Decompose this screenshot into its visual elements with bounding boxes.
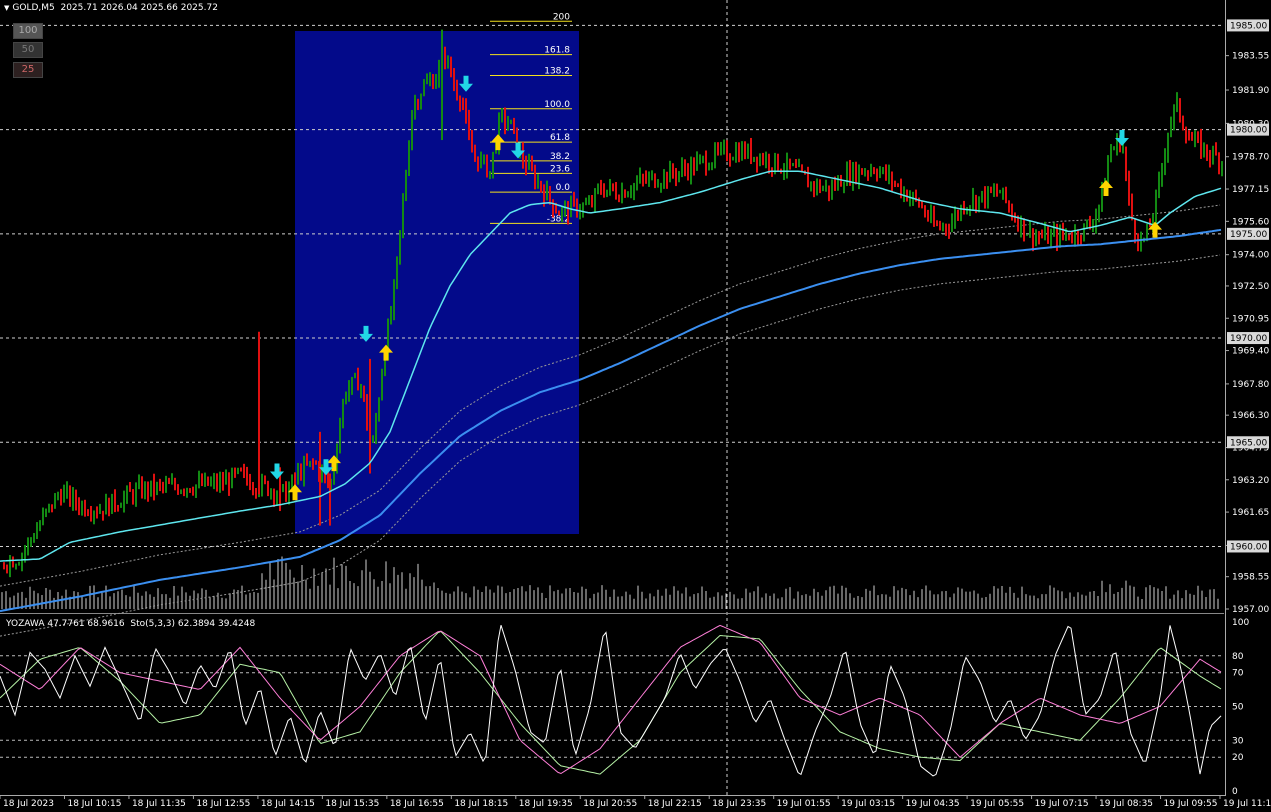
price-tick-label: 1977.15 [1232,185,1269,195]
moving-average-layer [0,170,1222,613]
oscillator-tick-label: 70 [1232,669,1244,679]
price-tick-label: 1978.70 [1232,153,1269,163]
price-bars-layer [3,29,1223,578]
oscillator-layer [0,624,1222,777]
ma-envelope-line [0,204,1221,587]
time-tick-label: 19 Jul 05:55 [970,799,1024,809]
fib-level-label: 23.6 [550,164,570,174]
fib-level-label: 38.2 [550,152,570,162]
stochastic-readout: Sto(5,3,3) 62.3894 39.4248 [130,619,256,629]
slow-ma-line [0,228,1222,613]
yozawa-readout: YOZAWA 47.7761 68.9616 [6,619,125,629]
yozawa-line [0,630,1222,775]
arrow-down-icon [270,463,284,480]
time-tick-label: 19 Jul 01:55 [777,799,831,809]
price-tick-label: 1969.40 [1232,347,1269,357]
level-label: 1985.00 [1230,21,1267,31]
fib-level-label: 61.8 [550,133,570,143]
zoom-25-button[interactable]: 25 [13,62,43,78]
time-tick-label: 18 Jul 11:35 [132,799,186,809]
oscillator-tick-label: 0 [1232,787,1238,797]
collapse-triangle-icon[interactable]: ▼ [4,4,9,12]
price-tick-label: 1970.95 [1232,314,1269,324]
time-tick-label: 18 Jul 19:35 [519,799,573,809]
time-tick-label: 18 Jul 15:35 [325,799,379,809]
ohlc-readout: 2025.71 2026.04 2025.66 2025.72 [60,3,218,13]
time-tick-label: 19 Jul 07:15 [1035,799,1089,809]
time-tick-label: 19 Jul 08:35 [1099,799,1153,809]
price-tick-label: 1957.00 [1232,605,1269,615]
zoom-100-button[interactable]: 100 [13,23,43,39]
fib-level-label: 0.0 [556,183,571,193]
oscillator-title: YOZAWA 47.7761 68.9616 Sto(5,3,3) 62.389… [6,619,255,629]
oscillator-tick-label: 30 [1232,736,1244,746]
time-tick-label: 18 Jul 12:55 [196,799,250,809]
time-tick-label: 18 Jul 16:55 [390,799,444,809]
oscillator-tick-label: 100 [1232,618,1249,628]
oscillator-tick-label: 20 [1232,753,1244,763]
zoom-50-button[interactable]: 50 [13,42,43,58]
price-tick-label: 1972.50 [1232,282,1269,292]
time-tick-label: 18 Jul 14:15 [261,799,315,809]
time-tick-label: 18 Jul 20:55 [583,799,637,809]
price-tick-label: 1974.00 [1232,251,1269,261]
level-label: 1980.00 [1230,126,1267,136]
fib-level-label: 138.2 [544,66,570,76]
fib-level-label: 100.0 [544,100,570,110]
price-tick-label: 1981.90 [1232,86,1269,96]
time-tick-label: 19 Jul 03:15 [841,799,895,809]
ma-envelope-line [0,254,1221,637]
price-tick-label: 1961.65 [1232,508,1269,518]
price-tick-label: 1975.60 [1232,217,1269,227]
time-tick-label: 18 Jul 10:15 [67,799,121,809]
time-tick-label: 18 Jul 22:15 [648,799,702,809]
fib-level-label: 200 [553,12,570,22]
time-tick-label: 19 Jul 09:55 [1164,799,1218,809]
level-label: 1970.00 [1230,334,1267,344]
main-chart[interactable]: 200161.8138.2100.061.838.223.60.0-38.2 1… [0,0,1271,812]
oscillator-tick-label: 50 [1232,703,1244,713]
oscillator-tick-label: 80 [1232,652,1244,662]
price-tick-label: 1983.55 [1232,52,1269,62]
volume-layer [1,556,1219,609]
fib-level-label: 161.8 [544,46,570,56]
time-tick-label: 19 Jul 11:15 [1223,799,1271,809]
stoch-main-line [0,625,1222,777]
ma-envelope-layer [0,204,1221,637]
chart-title: ▼ GOLD,M5 2025.71 2026.04 2025.66 2025.72 [4,3,218,13]
time-tick-label: 18 Jul 23:35 [712,799,766,809]
price-tick-label: 1963.20 [1232,476,1269,486]
price-tick-label: 1966.30 [1232,411,1269,421]
level-label: 1975.00 [1230,230,1267,240]
fib-level-label: -38.2 [547,214,570,224]
price-tick-label: 1967.80 [1232,380,1269,390]
time-tick-label: 19 Jul 04:35 [906,799,960,809]
stoch-signal-line [0,624,1222,775]
level-label: 1960.00 [1230,542,1267,552]
symbol-title: GOLD,M5 [12,3,55,13]
price-tick-label: 1958.55 [1232,573,1269,583]
time-tick-label: 18 Jul 2023 [3,799,54,809]
level-label: 1965.00 [1230,438,1267,448]
time-tick-label: 18 Jul 18:15 [454,799,508,809]
